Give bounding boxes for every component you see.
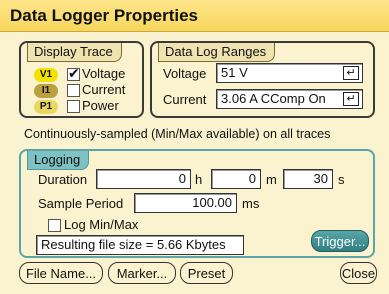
voltage-trace-label: Voltage xyxy=(82,66,126,81)
hours-unit: h xyxy=(195,172,203,187)
data-log-ranges-label: Data Log Ranges xyxy=(158,43,276,62)
sample-period-value: 100.00 xyxy=(192,195,232,210)
voltage-range-field[interactable]: 51 V xyxy=(216,63,363,83)
current-range-label: Current xyxy=(163,92,207,107)
seconds-unit: s xyxy=(338,172,345,187)
duration-hours-field[interactable]: 0 xyxy=(96,169,191,189)
display-trace-label: Display Trace xyxy=(27,43,122,62)
title-bar: Data Logger Properties xyxy=(0,0,389,32)
duration-hours-value: 0 xyxy=(178,171,186,186)
sampling-status-text: Continuously-sampled (Min/Max available)… xyxy=(24,127,331,141)
file-size-text: Resulting file size = 5.66 Kbytes xyxy=(41,237,226,252)
i1-badge: I1 xyxy=(34,84,58,98)
minutes-unit: m xyxy=(266,172,277,187)
log-minmax-checkbox[interactable] xyxy=(48,219,61,232)
close-button[interactable]: Close xyxy=(340,262,377,284)
marker-button[interactable]: Marker... xyxy=(108,262,176,284)
duration-seconds-field[interactable]: 30 xyxy=(283,169,333,189)
voltage-enter-icon[interactable]: ↵ xyxy=(343,66,359,80)
sample-period-field[interactable]: 100.00 xyxy=(134,193,237,213)
current-range-field[interactable]: 3.06 A CComp On xyxy=(216,89,363,109)
power-checkbox[interactable] xyxy=(67,100,80,113)
sample-period-label: Sample Period xyxy=(38,196,124,211)
duration-seconds-value: 30 xyxy=(313,171,328,186)
duration-label: Duration xyxy=(38,172,88,187)
current-trace-label: Current xyxy=(82,82,126,97)
voltage-range-label: Voltage xyxy=(163,66,207,81)
duration-minutes-value: 0 xyxy=(248,171,256,186)
log-minmax-label: Log Min/Max xyxy=(64,217,139,232)
logging-label: Logging xyxy=(27,151,90,170)
power-trace-label: Power xyxy=(82,98,119,113)
file-name-button[interactable]: File Name... xyxy=(19,262,103,284)
current-checkbox[interactable] xyxy=(67,84,80,97)
data-logger-properties-dialog: Data Logger Properties Display Trace V1 … xyxy=(0,0,389,294)
trigger-button[interactable]: Trigger... xyxy=(311,230,369,252)
preset-button[interactable]: Preset xyxy=(180,262,233,284)
sample-period-unit: ms xyxy=(242,196,260,211)
current-range-value: 3.06 A CComp On xyxy=(221,91,326,106)
voltage-checkbox[interactable] xyxy=(67,65,80,82)
duration-minutes-field[interactable]: 0 xyxy=(211,169,261,189)
current-enter-icon[interactable]: ↵ xyxy=(343,92,359,106)
p1-badge: P1 xyxy=(34,100,58,114)
v1-badge: V1 xyxy=(34,68,58,82)
voltage-range-value: 51 V xyxy=(221,65,248,80)
file-size-display: Resulting file size = 5.66 Kbytes xyxy=(36,235,244,255)
dialog-title: Data Logger Properties xyxy=(10,6,198,25)
